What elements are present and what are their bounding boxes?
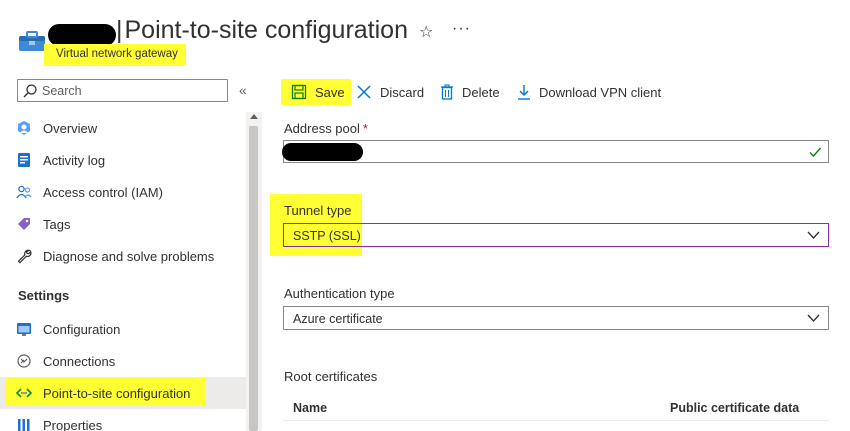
redacted-address-pool-value (282, 143, 363, 161)
sidebar-item-label: Tags (43, 217, 71, 232)
sidebar-item-label: Properties (43, 418, 103, 431)
discard-button[interactable]: Discard (356, 79, 424, 105)
properties-icon (18, 419, 30, 431)
resource-menu: « Overview Activity log (0, 74, 262, 431)
sidebar-item-connections[interactable]: Connections (0, 345, 246, 377)
sidebar-item-configuration[interactable]: Configuration (0, 313, 246, 345)
download-vpn-client-button[interactable]: Download VPN client (517, 79, 661, 105)
download-label: Download VPN client (539, 84, 662, 100)
page-title: |Point-to-site configuration (116, 16, 408, 44)
sidebar-item-label: Connections (43, 354, 116, 369)
trash-icon (441, 84, 453, 100)
sidebar-item-point-to-site[interactable]: Point-to-site configuration (0, 377, 246, 409)
delete-button[interactable]: Delete (440, 79, 500, 105)
sidebar-item-label: Access control (IAM) (43, 185, 163, 200)
sidebar-item-properties[interactable]: Properties (0, 409, 246, 431)
menu-search-box[interactable] (17, 79, 228, 102)
resource-type-subtitle: Virtual network gateway (44, 44, 186, 66)
root-certificates-table-header: Name Public certificate data (283, 391, 829, 421)
command-bar: Save Discard Delete Download VPN client (276, 74, 850, 108)
root-certificates-label: Root certificates (284, 369, 378, 384)
save-icon (291, 84, 307, 100)
section-settings: Settings (18, 288, 70, 303)
column-header-public-certificate-data: Public certificate data (670, 401, 800, 415)
sidebar-item-activity-log[interactable]: Activity log (0, 144, 246, 176)
tag-icon (18, 218, 30, 230)
wrench-icon (17, 249, 32, 264)
point-to-site-icon (16, 388, 32, 398)
tunnel-type-label: Tunnel type (284, 203, 352, 218)
star-icon[interactable]: ☆ (419, 22, 433, 42)
authentication-type-value: Azure certificate (293, 312, 383, 326)
discard-label: Discard (380, 84, 425, 100)
redacted-resource-name (48, 24, 116, 46)
sidebar-item-label: Overview (43, 121, 98, 136)
download-icon (518, 85, 530, 100)
sidebar-item-overview[interactable]: Overview (0, 112, 246, 144)
sidebar-item-label: Activity log (43, 153, 106, 168)
sidebar-item-label: Point-to-site configuration (43, 386, 191, 401)
authentication-type-label: Authentication type (284, 286, 395, 301)
checkmark-icon (809, 147, 822, 158)
virtual-network-gateway-icon (19, 31, 45, 51)
sidebar-item-access-control[interactable]: Access control (IAM) (0, 176, 246, 208)
chevron-down-icon (807, 314, 820, 322)
address-pool-input[interactable] (282, 140, 829, 163)
close-icon (357, 85, 371, 99)
scroll-thumb[interactable] (249, 126, 258, 431)
configuration-icon (17, 323, 31, 336)
sidebar-item-tags[interactable]: Tags (0, 208, 246, 240)
address-pool-label: Address pool * (284, 121, 368, 136)
connections-icon (17, 354, 31, 368)
configuration-form: Address pool * Tunnel type SSTP (SSL) Aut… (270, 108, 850, 431)
more-icon[interactable]: ··· (452, 20, 471, 38)
save-button[interactable]: Save (281, 79, 351, 105)
page-header: |Point-to-site configuration ☆ ··· Virtu… (0, 0, 850, 70)
sidebar-item-label: Configuration (43, 322, 121, 337)
scroll-up-arrow-icon[interactable] (250, 114, 258, 119)
column-header-name: Name (293, 401, 328, 415)
save-label: Save (315, 84, 345, 100)
search-icon (23, 84, 37, 98)
search-input[interactable] (42, 82, 222, 99)
iam-icon (16, 185, 32, 199)
overview-icon (18, 121, 30, 135)
sidebar-item-diagnose[interactable]: Diagnose and solve problems (0, 240, 246, 272)
authentication-type-dropdown[interactable]: Azure certificate (283, 306, 829, 330)
activity-log-icon (18, 153, 30, 167)
tunnel-type-dropdown[interactable]: SSTP (SSL) (283, 223, 829, 247)
tunnel-type-value: SSTP (SSL) (293, 229, 361, 243)
delete-label: Delete (462, 84, 500, 100)
required-marker: * (362, 121, 368, 136)
sidebar-item-label: Diagnose and solve problems (43, 249, 215, 264)
menu-scrollbar[interactable] (246, 112, 262, 431)
collapse-menu-button[interactable]: « (239, 82, 247, 98)
chevron-down-icon (807, 231, 820, 239)
